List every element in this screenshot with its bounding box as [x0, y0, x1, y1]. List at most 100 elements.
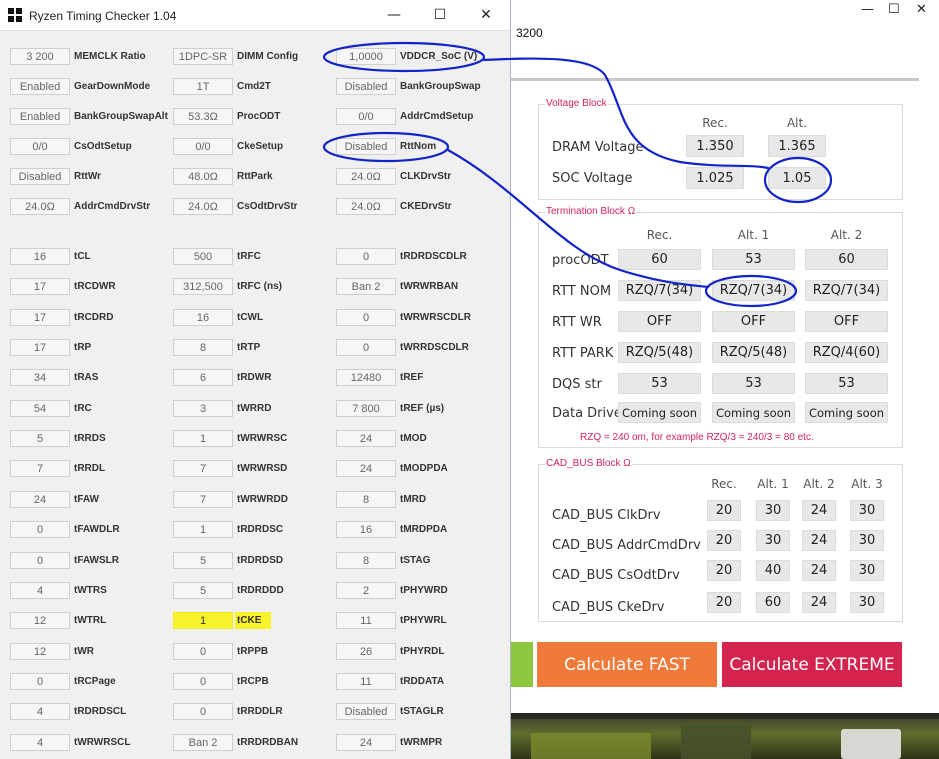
label-trddata: tRDDATA: [400, 676, 445, 687]
bg-minimize-button[interactable]: —: [861, 2, 874, 17]
field-twtrs[interactable]: 4: [10, 582, 70, 599]
field-twtrl[interactable]: 12: [10, 612, 70, 629]
field-tstaglr[interactable]: Disabled: [336, 703, 396, 720]
field-twrrd[interactable]: 3: [173, 400, 233, 417]
field-tref[interactable]: 12480: [336, 369, 396, 386]
minimize-icon: —: [387, 7, 401, 23]
maximize-icon: ☐: [433, 7, 447, 23]
field-bankgroupswapalt[interactable]: Enabled: [10, 108, 70, 125]
field-csodtsetup[interactable]: 0/0: [10, 138, 70, 155]
field-trp[interactable]: 17: [10, 339, 70, 356]
minimize-button[interactable]: —: [372, 4, 416, 26]
title-bar[interactable]: Ryzen Timing Checker 1.04 — ☐ ✕: [0, 0, 510, 31]
field-trdrddd[interactable]: 5: [173, 582, 233, 599]
field-trc[interactable]: 54: [10, 400, 70, 417]
field-tmrdpda[interactable]: 16: [336, 521, 396, 538]
field-addrcmdsetup[interactable]: 0/0: [336, 108, 396, 125]
termination-value-dqs-str-3: 53: [805, 373, 888, 394]
field-twrwrsd[interactable]: 7: [173, 460, 233, 477]
label-twrwrsd: tWRWRSD: [237, 463, 288, 474]
field-twr[interactable]: 12: [10, 643, 70, 660]
field-clkdrvstr[interactable]: 24.0Ω: [336, 168, 396, 185]
bg-close-button[interactable]: ✕: [916, 2, 927, 17]
field-trfc[interactable]: 500: [173, 248, 233, 265]
field-trfc-ns[interactable]: 312,500: [173, 278, 233, 295]
maximize-button[interactable]: ☐: [418, 4, 462, 26]
voltage-header-rec: Rec.: [702, 116, 728, 130]
field-tmodpda[interactable]: 24: [336, 460, 396, 477]
field-twrwrdd[interactable]: 7: [173, 491, 233, 508]
field-tphywrd[interactable]: 2: [336, 582, 396, 599]
field-trrdrdban[interactable]: Ban 2: [173, 734, 233, 751]
field-twrrdscdlr[interactable]: 0: [336, 339, 396, 356]
field-memclk-ratio[interactable]: 3 200: [10, 48, 70, 65]
field-rttnom[interactable]: Disabled: [336, 138, 396, 155]
field-trdwr[interactable]: 6: [173, 369, 233, 386]
field-twrwrscl[interactable]: 4: [10, 734, 70, 751]
field-tfawslr[interactable]: 0: [10, 552, 70, 569]
field-vddcr-soc-v[interactable]: 1,0000: [336, 48, 396, 65]
field-twrwrsc[interactable]: 1: [173, 430, 233, 447]
field-tfawdlr[interactable]: 0: [10, 521, 70, 538]
cad-bus-label-cad-bus-clkdrv: CAD_BUS ClkDrv: [552, 508, 661, 523]
field-tphyrdl[interactable]: 26: [336, 643, 396, 660]
termination-value-data-drive-1: Coming soon: [618, 402, 701, 423]
field-trrdl[interactable]: 7: [10, 460, 70, 477]
field-tref-s[interactable]: 7 800: [336, 400, 396, 417]
cad-bus-value-cad-bus-clkdrv-2: 30: [756, 500, 790, 521]
field-tras[interactable]: 34: [10, 369, 70, 386]
cad-bus-header-alt-3: Alt. 3: [851, 477, 883, 491]
field-csodtdrvstr[interactable]: 24.0Ω: [173, 198, 233, 215]
field-trrds[interactable]: 5: [10, 430, 70, 447]
field-trcdrd[interactable]: 17: [10, 309, 70, 326]
cad-bus-value-cad-bus-ckedrv-4: 30: [850, 592, 884, 613]
field-tmrd[interactable]: 8: [336, 491, 396, 508]
field-rttwr[interactable]: Disabled: [10, 168, 70, 185]
field-trrddlr[interactable]: 0: [173, 703, 233, 720]
field-tmod[interactable]: 24: [336, 430, 396, 447]
label-rttwr: RttWr: [74, 171, 102, 182]
field-tstag[interactable]: 8: [336, 552, 396, 569]
calculate-extreme-button[interactable]: Calculate EXTREME: [722, 642, 902, 687]
field-twrwrban[interactable]: Ban 2: [336, 278, 396, 295]
termination-value-rtt-wr-2: OFF: [712, 311, 795, 332]
divider: [511, 78, 919, 81]
field-tphywrl[interactable]: 11: [336, 612, 396, 629]
termination-value-rtt-nom-3: RZQ/7(34): [805, 280, 888, 301]
field-trtp[interactable]: 8: [173, 339, 233, 356]
screen: { "window": { "title": "Ryzen Timing Che…: [0, 0, 939, 759]
close-button[interactable]: ✕: [464, 4, 508, 26]
field-procodt[interactable]: 53.3Ω: [173, 108, 233, 125]
field-rttpark[interactable]: 48.0Ω: [173, 168, 233, 185]
field-cmd2t[interactable]: 1T: [173, 78, 233, 95]
bg-maximize-button[interactable]: ☐: [888, 2, 900, 17]
field-tfaw[interactable]: 24: [10, 491, 70, 508]
field-trdrdsd[interactable]: 5: [173, 552, 233, 569]
field-trcdwr[interactable]: 17: [10, 278, 70, 295]
label-procodt: ProcODT: [237, 111, 281, 122]
field-twrmpr[interactable]: 24: [336, 734, 396, 751]
field-trdrdscl[interactable]: 4: [10, 703, 70, 720]
field-trddata[interactable]: 11: [336, 673, 396, 690]
calculate-fast-button[interactable]: Calculate FAST: [537, 642, 717, 687]
termination-value-rtt-park-1: RZQ/5(48): [618, 342, 701, 363]
field-tcke[interactable]: 1: [173, 612, 233, 629]
field-trdrdscdlr[interactable]: 0: [336, 248, 396, 265]
field-geardownmode[interactable]: Enabled: [10, 78, 70, 95]
label-tstag: tSTAG: [400, 555, 431, 566]
field-ckedrvstr[interactable]: 24.0Ω: [336, 198, 396, 215]
field-twrwrscdlr[interactable]: 0: [336, 309, 396, 326]
field-tcwl[interactable]: 16: [173, 309, 233, 326]
field-trcpage[interactable]: 0: [10, 673, 70, 690]
field-trcpb[interactable]: 0: [173, 673, 233, 690]
calculate-safe-button[interactable]: [511, 642, 533, 687]
field-trppb[interactable]: 0: [173, 643, 233, 660]
label-tcwl: tCWL: [237, 312, 264, 323]
field-ckesetup[interactable]: 0/0: [173, 138, 233, 155]
field-dimm-config[interactable]: 1DPC-SR: [173, 48, 233, 65]
memory-speed-value[interactable]: 3200: [516, 26, 543, 40]
field-trdrdsc[interactable]: 1: [173, 521, 233, 538]
field-addrcmddrvstr[interactable]: 24.0Ω: [10, 198, 70, 215]
field-tcl[interactable]: 16: [10, 248, 70, 265]
field-bankgroupswap[interactable]: Disabled: [336, 78, 396, 95]
